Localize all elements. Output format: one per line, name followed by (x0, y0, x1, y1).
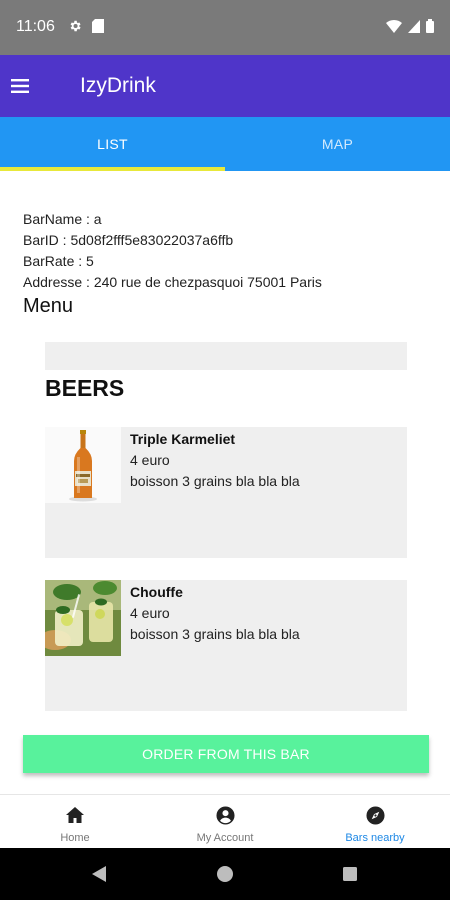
status-bar: 11:06 (0, 0, 450, 55)
sim-card-icon (92, 19, 104, 33)
bar-id: BarID : 5d08f2fff5e83022037a6ffb (23, 232, 234, 248)
product-card[interactable]: Chouffe 4 euro boisson 3 grains bla bla … (45, 580, 407, 711)
status-left-icons (68, 19, 104, 33)
status-time: 11:06 (16, 18, 55, 35)
bottom-nav: Home My Account Bars nearby (0, 794, 450, 848)
product-image-beer-bottle (45, 427, 121, 503)
wifi-icon (386, 19, 402, 33)
status-right-icons (386, 19, 434, 33)
product-price: 4 euro (130, 605, 170, 621)
battery-icon (426, 19, 434, 33)
compass-icon (365, 805, 385, 825)
nav-item-my-account[interactable]: My Account (150, 795, 300, 849)
app-title: IzyDrink (80, 74, 156, 97)
product-card[interactable]: Triple Karmeliet 4 euro boisson 3 grains… (45, 427, 407, 558)
product-image-mojito-glasses (45, 580, 121, 656)
tab-bar: LIST MAP (0, 117, 450, 171)
category-title: BEERS (45, 375, 125, 401)
home-circle-icon (217, 866, 233, 882)
tab-indicator (0, 167, 225, 171)
nav-label-my-account: My Account (196, 832, 254, 844)
product-description: boisson 3 grains bla bla bla (130, 626, 300, 642)
nav-item-bars-nearby[interactable]: Bars nearby (300, 795, 450, 849)
product-name: Chouffe (130, 584, 183, 600)
recents-icon (343, 867, 357, 881)
bar-rate: BarRate : 5 (23, 253, 94, 269)
hamburger-menu-icon (11, 79, 29, 93)
bar-address: Addresse : 240 rue de chezpasquoi 75001 … (23, 274, 322, 290)
tab-map[interactable]: MAP (225, 117, 450, 171)
bar-info: BarName : a BarID : 5d08f2fff5e83022037a… (23, 209, 322, 293)
nav-label-home: Home (60, 832, 90, 844)
recents-button[interactable] (340, 864, 360, 884)
order-button[interactable]: ORDER FROM THIS BAR (23, 735, 429, 773)
menu-heading: Menu (23, 295, 74, 317)
tab-list[interactable]: LIST (0, 117, 225, 171)
nav-item-home[interactable]: Home (0, 795, 150, 849)
back-button[interactable] (89, 864, 109, 884)
back-icon (92, 866, 106, 882)
app-bar: IzyDrink (0, 55, 450, 117)
product-price: 4 euro (130, 452, 170, 468)
account-circle-icon (215, 805, 235, 825)
gear-icon (70, 20, 81, 32)
menu-header-box (45, 342, 407, 370)
product-description: boisson 3 grains bla bla bla (130, 473, 300, 489)
signal-icon (408, 19, 420, 33)
product-name: Triple Karmeliet (130, 431, 236, 447)
hamburger-menu-button[interactable] (6, 72, 34, 100)
system-nav-bar (0, 848, 450, 900)
home-icon (65, 805, 85, 825)
nav-label-bars-nearby: Bars nearby (345, 832, 405, 844)
bar-name: BarName : a (23, 211, 102, 227)
home-button[interactable] (215, 864, 235, 884)
